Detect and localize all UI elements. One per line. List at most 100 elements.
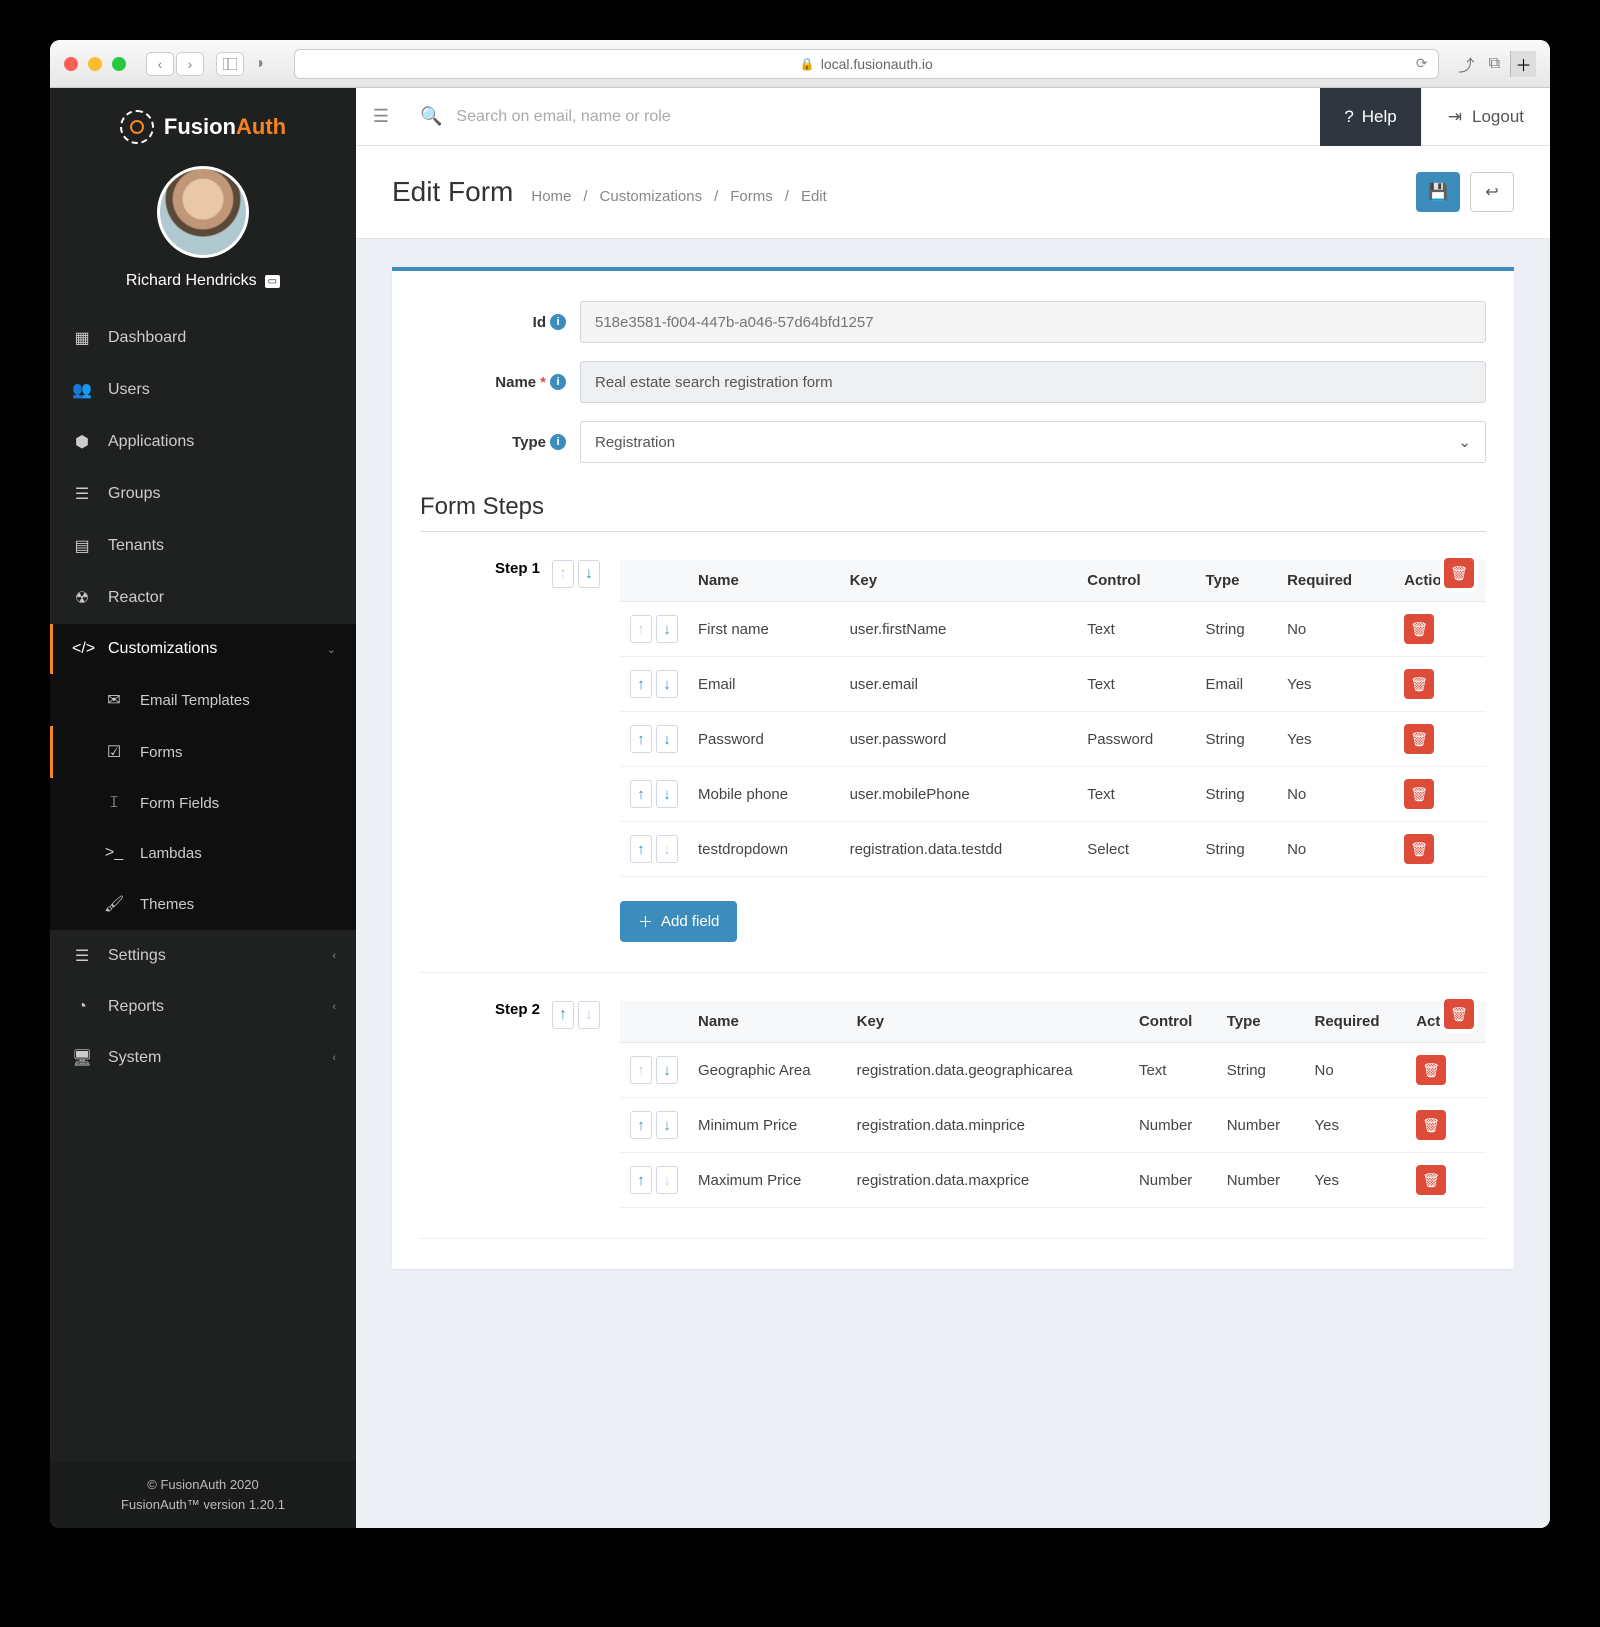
close-window-icon[interactable] (64, 57, 78, 71)
info-icon[interactable]: i (550, 374, 566, 390)
move-row-down-button[interactable]: ↓ (656, 670, 678, 698)
move-row-down-button[interactable]: ↓ (656, 1111, 678, 1139)
brush-icon: 🖌 (104, 894, 124, 914)
maximize-window-icon[interactable] (112, 57, 126, 71)
sidebar-item-users[interactable]: 👥Users (50, 364, 356, 416)
sidebar-toggle-icon[interactable] (216, 52, 244, 76)
help-button[interactable]: ?Help (1320, 88, 1420, 146)
move-row-down-button[interactable]: ↓ (656, 1056, 678, 1084)
collapse-sidebar-button[interactable]: ☰ (356, 106, 406, 127)
minimize-window-icon[interactable] (88, 57, 102, 71)
sidebar-sub-lambdas[interactable]: >_Lambdas (50, 828, 356, 878)
name-field[interactable] (580, 361, 1486, 403)
cell-key: user.email (840, 657, 1078, 712)
reactor-icon: ☢ (72, 588, 92, 608)
search-input[interactable] (456, 108, 1306, 126)
col-type: Type (1196, 560, 1278, 602)
sidebar-item-tenants[interactable]: ▤Tenants (50, 520, 356, 572)
delete-row-button[interactable]: 🗑 (1416, 1165, 1446, 1195)
crumb[interactable]: Forms (730, 188, 773, 205)
crumb[interactable]: Customizations (600, 188, 703, 205)
crumb[interactable]: Home (531, 188, 571, 205)
delete-row-button[interactable]: 🗑 (1404, 779, 1434, 809)
type-select[interactable]: Registration⌄ (580, 421, 1486, 463)
users-icon: 👥 (72, 380, 92, 400)
move-row-up-button[interactable]: ↑ (630, 1166, 652, 1194)
logout-button[interactable]: ⇥Logout (1421, 88, 1550, 146)
cell-name: First name (688, 602, 840, 657)
sliders-icon: ☰ (72, 946, 92, 966)
move-row-up-button[interactable]: ↑ (630, 725, 652, 753)
share-icon[interactable]: ⤴ (1459, 52, 1475, 76)
back-button[interactable]: ↩ (1470, 172, 1514, 212)
step-block: Step 1 ↑ ↓ 🗑 Name Key Control Type Requi… (420, 560, 1486, 973)
move-step-up-button[interactable]: ↑ (552, 1001, 574, 1029)
move-row-up-button[interactable]: ↑ (630, 670, 652, 698)
id-card-icon[interactable]: ▭ (265, 275, 280, 288)
cell-key: registration.data.maxprice (847, 1153, 1129, 1208)
move-step-down-button[interactable]: ↓ (578, 560, 600, 588)
delete-row-button[interactable]: 🗑 (1404, 834, 1434, 864)
pie-icon: ◔ (72, 998, 92, 1016)
cell-type: Email (1196, 657, 1278, 712)
sidebar-sub-themes[interactable]: 🖌Themes (50, 878, 356, 930)
move-row-up-button[interactable]: ↑ (630, 780, 652, 808)
table-row: ↑ ↓ Geographic Area registration.data.ge… (620, 1043, 1486, 1098)
shield-icon[interactable]: ◑ (244, 55, 274, 73)
col-key: Key (840, 560, 1078, 602)
move-row-down-button[interactable]: ↓ (656, 780, 678, 808)
move-row-down-button[interactable]: ↓ (656, 725, 678, 753)
chevron-down-icon: ⌄ (1458, 433, 1471, 451)
info-icon[interactable]: i (550, 314, 566, 330)
delete-row-button[interactable]: 🗑 (1404, 669, 1434, 699)
sidebar-sub-form-fields[interactable]: 𝙸Form Fields (50, 778, 356, 828)
new-tab-button[interactable]: ＋ (1510, 51, 1536, 77)
brand: FusionAuth (50, 88, 356, 156)
sidebar-item-groups[interactable]: ☰Groups (50, 468, 356, 520)
cell-name: Minimum Price (688, 1098, 847, 1153)
cell-type: String (1196, 602, 1278, 657)
sidebar-item-reactor[interactable]: ☢Reactor (50, 572, 356, 624)
delete-row-button[interactable]: 🗑 (1416, 1110, 1446, 1140)
table-row: ↑ ↓ Maximum Price registration.data.maxp… (620, 1153, 1486, 1208)
cell-required: Yes (1304, 1098, 1406, 1153)
delete-row-button[interactable]: 🗑 (1416, 1055, 1446, 1085)
delete-step-button[interactable]: 🗑 (1444, 558, 1474, 588)
tabs-icon[interactable]: ⧉ (1489, 55, 1500, 73)
col-control: Control (1077, 560, 1195, 602)
step-block: Step 2 ↑ ↓ 🗑 Name Key Control Type Requi… (420, 1001, 1486, 1239)
sidebar-item-reports[interactable]: ◔Reports‹ (50, 982, 356, 1032)
back-button[interactable]: ‹ (146, 52, 174, 76)
sidebar-sub-email-templates[interactable]: ✉Email Templates (50, 674, 356, 726)
move-row-up-button[interactable]: ↑ (630, 835, 652, 863)
move-row-down-button: ↓ (656, 1166, 678, 1194)
col-key: Key (847, 1001, 1129, 1043)
save-button[interactable]: 💾 (1416, 172, 1460, 212)
avatar[interactable] (157, 166, 249, 258)
user-name: Richard Hendricks ▭ (126, 272, 280, 290)
table-row: ↑ ↓ Password user.password Password Stri… (620, 712, 1486, 767)
delete-step-button[interactable]: 🗑 (1444, 999, 1474, 1029)
sidebar-item-customizations[interactable]: </>Customizations⌄ (50, 624, 356, 674)
add-field-button[interactable]: ＋Add field (620, 901, 737, 942)
move-row-down-button[interactable]: ↓ (656, 615, 678, 643)
info-icon[interactable]: i (550, 434, 566, 450)
sidebar-item-settings[interactable]: ☰Settings‹ (50, 930, 356, 982)
delete-row-button[interactable]: 🗑 (1404, 614, 1434, 644)
topbar: ☰ 🔍 ?Help ⇥Logout (356, 88, 1550, 146)
delete-row-button[interactable]: 🗑 (1404, 724, 1434, 754)
cell-type: Number (1217, 1153, 1305, 1208)
page-title: Edit Form (392, 176, 513, 208)
move-row-up-button[interactable]: ↑ (630, 1111, 652, 1139)
brand-name: FusionAuth (164, 114, 286, 140)
url-bar[interactable]: 🔒 local.fusionauth.io ⟳ (294, 49, 1439, 79)
sidebar-item-system[interactable]: 🖥System‹ (50, 1032, 356, 1084)
table-row: ↑ ↓ Minimum Price registration.data.minp… (620, 1098, 1486, 1153)
cell-type: String (1196, 822, 1278, 877)
step-label: Step 2 (495, 1001, 540, 1018)
forward-button[interactable]: › (176, 52, 204, 76)
reload-icon[interactable]: ⟳ (1416, 55, 1428, 72)
sidebar-item-applications[interactable]: ⬢Applications (50, 416, 356, 468)
sidebar-item-dashboard[interactable]: ▦Dashboard (50, 312, 356, 364)
sidebar-sub-forms[interactable]: ☑Forms (50, 726, 356, 778)
